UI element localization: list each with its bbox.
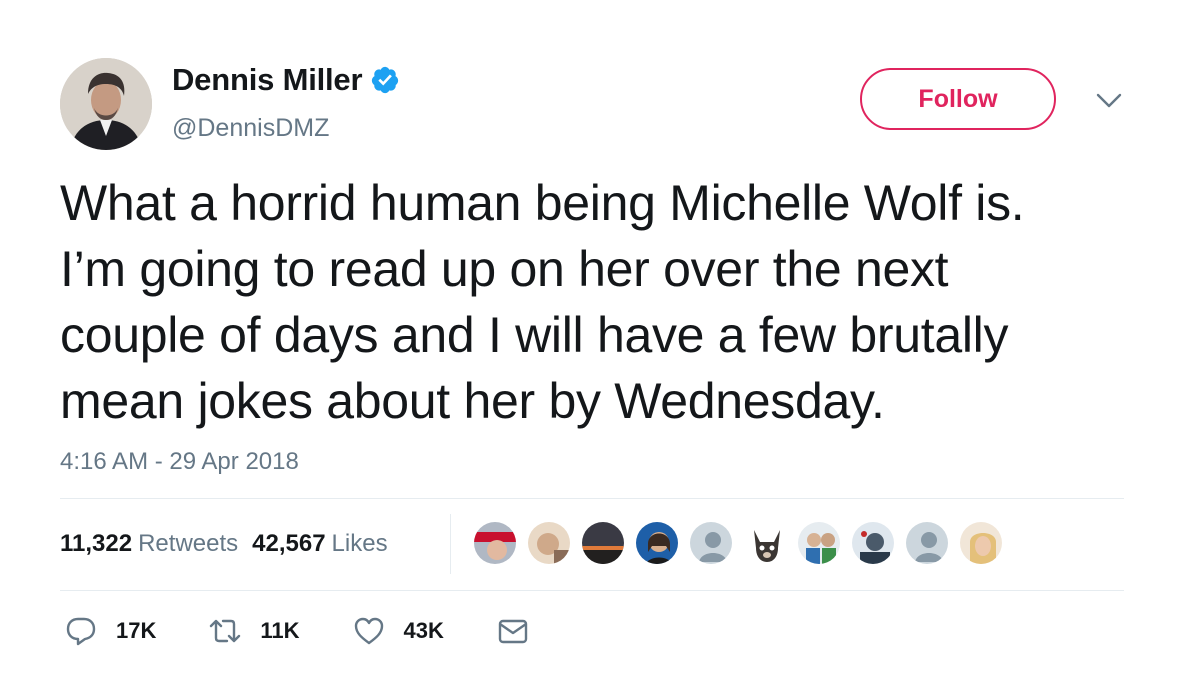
retweets-count: 11,322 [60,530,133,557]
chevron-down-icon[interactable] [1096,92,1122,110]
tweet-text-line: What a horrid human being Michelle Wolf … [60,175,1025,231]
liker-avatar[interactable] [850,520,896,566]
tweet-actions: 17K 11K 43K [64,614,600,648]
liker-avatar[interactable] [958,520,1004,566]
liker-avatar-default[interactable] [904,520,950,566]
author-name[interactable]: Dennis Miller [172,62,363,98]
retweet-button[interactable]: 11K [208,614,300,648]
tweet-text-line: couple of days and I will have a few bru… [60,307,1009,363]
author-avatar[interactable] [60,58,152,150]
liker-avatar[interactable] [472,520,518,566]
author-handle[interactable]: @DennisDMZ [172,114,329,143]
retweets-label: Retweets [138,530,239,557]
reply-icon [66,617,96,646]
tweet-text: What a horrid human being Michelle Wolf … [60,170,1160,434]
like-button[interactable]: 43K [352,614,444,648]
likes-count: 42,567 [252,530,326,557]
liker-avatar-default[interactable] [688,520,734,566]
avatar-portrait-icon [60,58,152,150]
retweet-count: 11K [260,618,300,643]
divider [60,498,1124,499]
heart-icon [354,617,383,645]
liker-avatar[interactable] [742,520,788,566]
liker-avatar[interactable] [526,520,572,566]
liker-avatars [472,520,1012,566]
likes-stat[interactable]: 42,567 Likes [252,530,387,558]
tweet-timestamp[interactable]: 4:16 AM - 29 Apr 2018 [60,448,299,476]
retweets-stat[interactable]: 11,322 Retweets [60,530,238,558]
direct-message-button[interactable] [496,614,548,648]
reply-count: 17K [116,618,157,643]
tweet-text-line: mean jokes about her by Wednesday. [60,373,885,429]
engagement-stats: 11,322 Retweets 42,567 Likes [60,530,402,558]
envelope-icon [498,619,528,644]
verified-badge-icon [372,66,399,94]
divider [60,590,1124,591]
reply-button[interactable]: 17K [64,614,156,648]
retweet-icon [210,619,241,643]
liker-avatar[interactable] [634,520,680,566]
stats-separator [450,514,451,574]
follow-button[interactable]: Follow [860,68,1056,130]
author-name-row: Dennis Miller [172,62,400,98]
liker-avatar[interactable] [796,520,842,566]
likes-label: Likes [331,530,388,557]
tweet-text-line: I’m going to read up on her over the nex… [60,241,949,297]
like-count: 43K [403,618,444,643]
liker-avatar[interactable] [580,520,626,566]
